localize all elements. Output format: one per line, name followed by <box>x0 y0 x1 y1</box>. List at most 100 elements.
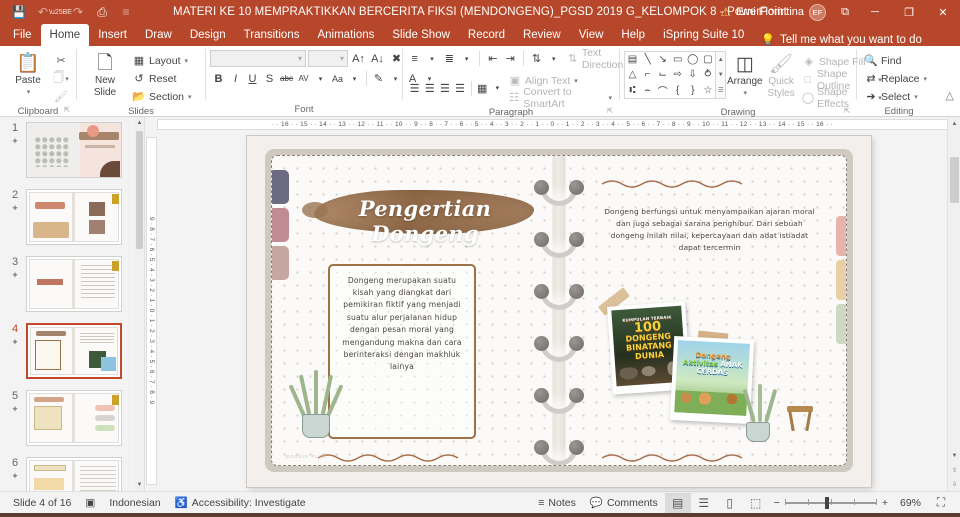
tab-view[interactable]: View <box>570 24 613 46</box>
increase-indent-button[interactable]: ⇥ <box>503 50 518 67</box>
slide-show-button[interactable]: ⬚ <box>743 493 769 513</box>
decrease-font-size-icon[interactable]: A↓ <box>369 50 386 67</box>
thumbnail-image-4[interactable] <box>26 323 122 379</box>
scroll-down-icon[interactable]: ▼ <box>948 449 960 463</box>
align-left-button[interactable]: ☰ <box>407 80 422 97</box>
restore-button[interactable]: ❐ <box>892 0 926 24</box>
italic-button[interactable]: I <box>227 70 244 87</box>
zoom-in-button[interactable]: + <box>882 497 888 509</box>
thumbnail-image-2[interactable] <box>26 189 122 245</box>
arrange-button[interactable]: ◫ Arrange ▾ <box>726 51 763 106</box>
bullets-dropdown-icon[interactable]: ▾ <box>424 50 439 67</box>
tab-record[interactable]: Record <box>459 24 514 46</box>
paste-button[interactable]: 📋 Paste ▾ <box>4 50 52 98</box>
layout-dropdown-icon[interactable]: ▾ <box>185 57 189 65</box>
reset-button[interactable]: ↺ Reset <box>129 70 195 87</box>
select-dropdown-icon[interactable]: ▾ <box>914 93 918 101</box>
underline-button[interactable]: U <box>244 70 261 87</box>
tab-home[interactable]: Home <box>40 24 90 46</box>
shapes-more-icon[interactable]: ☰ <box>716 83 725 98</box>
format-painter-icon[interactable]: 🖌 <box>52 88 70 105</box>
zoom-slider-handle[interactable] <box>824 496 829 509</box>
font-size-input[interactable]: ▾ <box>308 50 348 67</box>
close-button[interactable]: ✕ <box>926 0 960 24</box>
tab-help[interactable]: Help <box>612 24 654 46</box>
replace-button[interactable]: ⇄ Replace ▾ <box>861 70 930 87</box>
change-case-button[interactable]: Aa <box>329 70 346 87</box>
thumbnail-image-1[interactable] <box>26 122 122 178</box>
scroll-down-icon[interactable]: ▼ <box>716 67 725 82</box>
shape-elbow-icon[interactable]: ⌐ <box>640 67 655 82</box>
language-indicator[interactable]: Indonesian <box>102 493 167 513</box>
slide-title[interactable]: Pengertian Dongeng <box>318 196 532 246</box>
columns-dropdown-icon[interactable]: ▾ <box>490 80 505 97</box>
thumbnail-image-6[interactable] <box>26 457 122 491</box>
section-button[interactable]: 📂 Section ▾ <box>129 88 195 105</box>
account-info[interactable]: ⚠ Erni Fiorintina EF <box>714 3 832 21</box>
scroll-up-icon[interactable]: ▲ <box>135 117 144 129</box>
thumbnail-image-5[interactable] <box>26 390 122 446</box>
thumbnail-slide-4[interactable]: 4 ✦ <box>0 318 144 385</box>
notes-button[interactable]: ≡ Notes <box>531 493 583 513</box>
layout-button[interactable]: ▦ Layout ▾ <box>129 52 195 69</box>
align-right-button[interactable]: ☰ <box>437 80 452 97</box>
zoom-slider[interactable]: − + <box>769 496 893 509</box>
minimize-button[interactable]: ─ <box>858 0 892 24</box>
shape-arrow-icon[interactable]: ↘ <box>655 52 670 67</box>
shape-freeform-icon[interactable]: ⑆ <box>625 83 640 98</box>
tab-review[interactable]: Review <box>514 24 570 46</box>
new-slide-button[interactable]: 🗋 New Slide <box>81 50 129 98</box>
shape-oval-icon[interactable]: ◯ <box>685 52 700 67</box>
bold-button[interactable]: B <box>210 70 227 87</box>
smartart-dropdown-icon[interactable]: ▾ <box>608 94 612 102</box>
copy-icon[interactable]: 🗍 ▾ <box>52 70 70 87</box>
thumbnail-slide-3[interactable]: 3 ✦ <box>0 251 144 318</box>
scroll-up-icon[interactable]: ▲ <box>716 52 725 67</box>
numbering-dropdown-icon[interactable]: ▾ <box>459 50 474 67</box>
fit-slide-to-window-button[interactable]: ⛶ <box>928 493 954 513</box>
align-text-dropdown-icon[interactable]: ▾ <box>574 77 578 85</box>
text-shadow-button[interactable]: S <box>261 70 278 87</box>
comments-button[interactable]: 💬 Comments <box>583 493 665 513</box>
zoom-level[interactable]: 69% <box>893 493 928 513</box>
customize-quick-access-icon[interactable]: ≡ <box>115 2 137 22</box>
bullets-button[interactable]: ≡ <box>407 50 422 67</box>
line-spacing-button[interactable]: ⇅ <box>529 50 544 67</box>
section-dropdown-icon[interactable]: ▾ <box>188 93 192 101</box>
find-button[interactable]: 🔍 Find <box>861 52 930 69</box>
character-spacing-dropdown-icon[interactable]: ▾ <box>312 70 329 87</box>
shape-rectangle-icon[interactable]: ▭ <box>670 52 685 67</box>
quick-styles-button[interactable]: 🖌 Quick Styles <box>763 51 798 106</box>
shape-left-brace-icon[interactable]: { <box>670 83 685 98</box>
tell-me-search[interactable]: 💡 Tell me what you want to do <box>753 33 930 47</box>
notes-page-icon[interactable]: ▣ <box>78 493 102 513</box>
select-button[interactable]: ➔ Select ▾ <box>861 88 930 105</box>
shape-textbox-icon[interactable]: ▤ <box>625 52 640 67</box>
thumbnail-slide-2[interactable]: 2 ✦ <box>0 184 144 251</box>
shape-line-icon[interactable]: ╲ <box>640 52 655 67</box>
previous-slide-icon[interactable]: ⇧ <box>948 463 960 477</box>
shape-down-arrow-icon[interactable]: ⇩ <box>685 67 700 82</box>
tab-animations[interactable]: Animations <box>308 24 383 46</box>
thumbnail-slide-6[interactable]: 6 ✦ <box>0 452 144 491</box>
tab-transitions[interactable]: Transitions <box>235 24 309 46</box>
shape-elbow2-icon[interactable]: ⌙ <box>655 67 670 82</box>
align-center-button[interactable]: ☰ <box>422 80 437 97</box>
font-name-input[interactable]: ▾ <box>210 50 306 67</box>
strikethrough-button[interactable]: abc <box>278 70 295 87</box>
shape-triangle-icon[interactable]: △ <box>625 67 640 82</box>
thumbnails-scrollbar[interactable]: ▲ ▼ <box>135 117 144 491</box>
right-text-box[interactable]: Dongeng berfungsi untuk menyampaikan aja… <box>602 206 817 255</box>
thumbnail-image-3[interactable] <box>26 256 122 312</box>
shape-right-brace-icon[interactable]: } <box>685 83 700 98</box>
numbering-button[interactable]: ≣ <box>442 50 457 67</box>
columns-button[interactable]: ▦ <box>475 80 490 97</box>
thumbnail-slide-1[interactable]: 1 ✦ <box>0 117 144 184</box>
tab-draw[interactable]: Draw <box>136 24 181 46</box>
highlight-dropdown-icon[interactable]: ▾ <box>387 70 404 87</box>
shapes-gallery-scrollbar[interactable]: ▲ ▼ ☰ <box>716 51 727 99</box>
clipboard-dialog-launcher-icon[interactable]: ⇱ <box>64 104 70 117</box>
tab-ispring-suite[interactable]: iSpring Suite 10 <box>654 24 753 46</box>
tab-file[interactable]: File <box>4 24 41 46</box>
shape-right-arrow-icon[interactable]: ⇨ <box>670 67 685 82</box>
